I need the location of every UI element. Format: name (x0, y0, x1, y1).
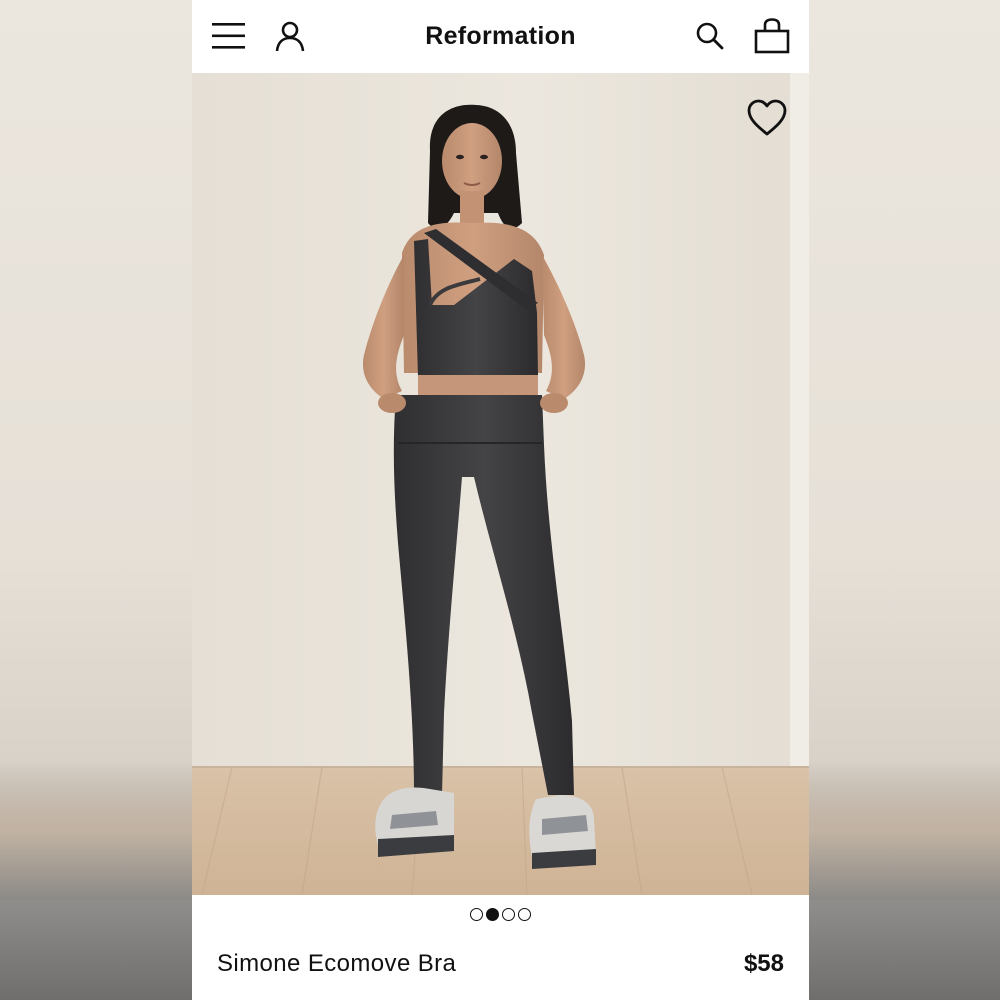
model-photo (192, 73, 809, 895)
blurred-background-right (809, 0, 1000, 1000)
product-image[interactable] (192, 73, 809, 895)
heart-icon[interactable] (747, 99, 787, 137)
bag-icon[interactable] (754, 18, 790, 54)
top-nav-bar: Reformation (192, 0, 809, 73)
search-icon[interactable] (695, 21, 725, 51)
product-page: Reformation Simone Ecomove Bra $58 (192, 0, 809, 1000)
product-price: $58 (743, 950, 784, 977)
product-name: Simone Ecomove Bra (217, 950, 457, 977)
carousel-dot-1[interactable] (470, 907, 483, 921)
carousel-dot-3[interactable] (502, 907, 515, 921)
carousel-dot-4[interactable] (518, 907, 531, 921)
carousel-dot-2[interactable] (486, 907, 499, 921)
image-carousel-pager (192, 905, 809, 923)
blurred-background-left (0, 0, 192, 1000)
